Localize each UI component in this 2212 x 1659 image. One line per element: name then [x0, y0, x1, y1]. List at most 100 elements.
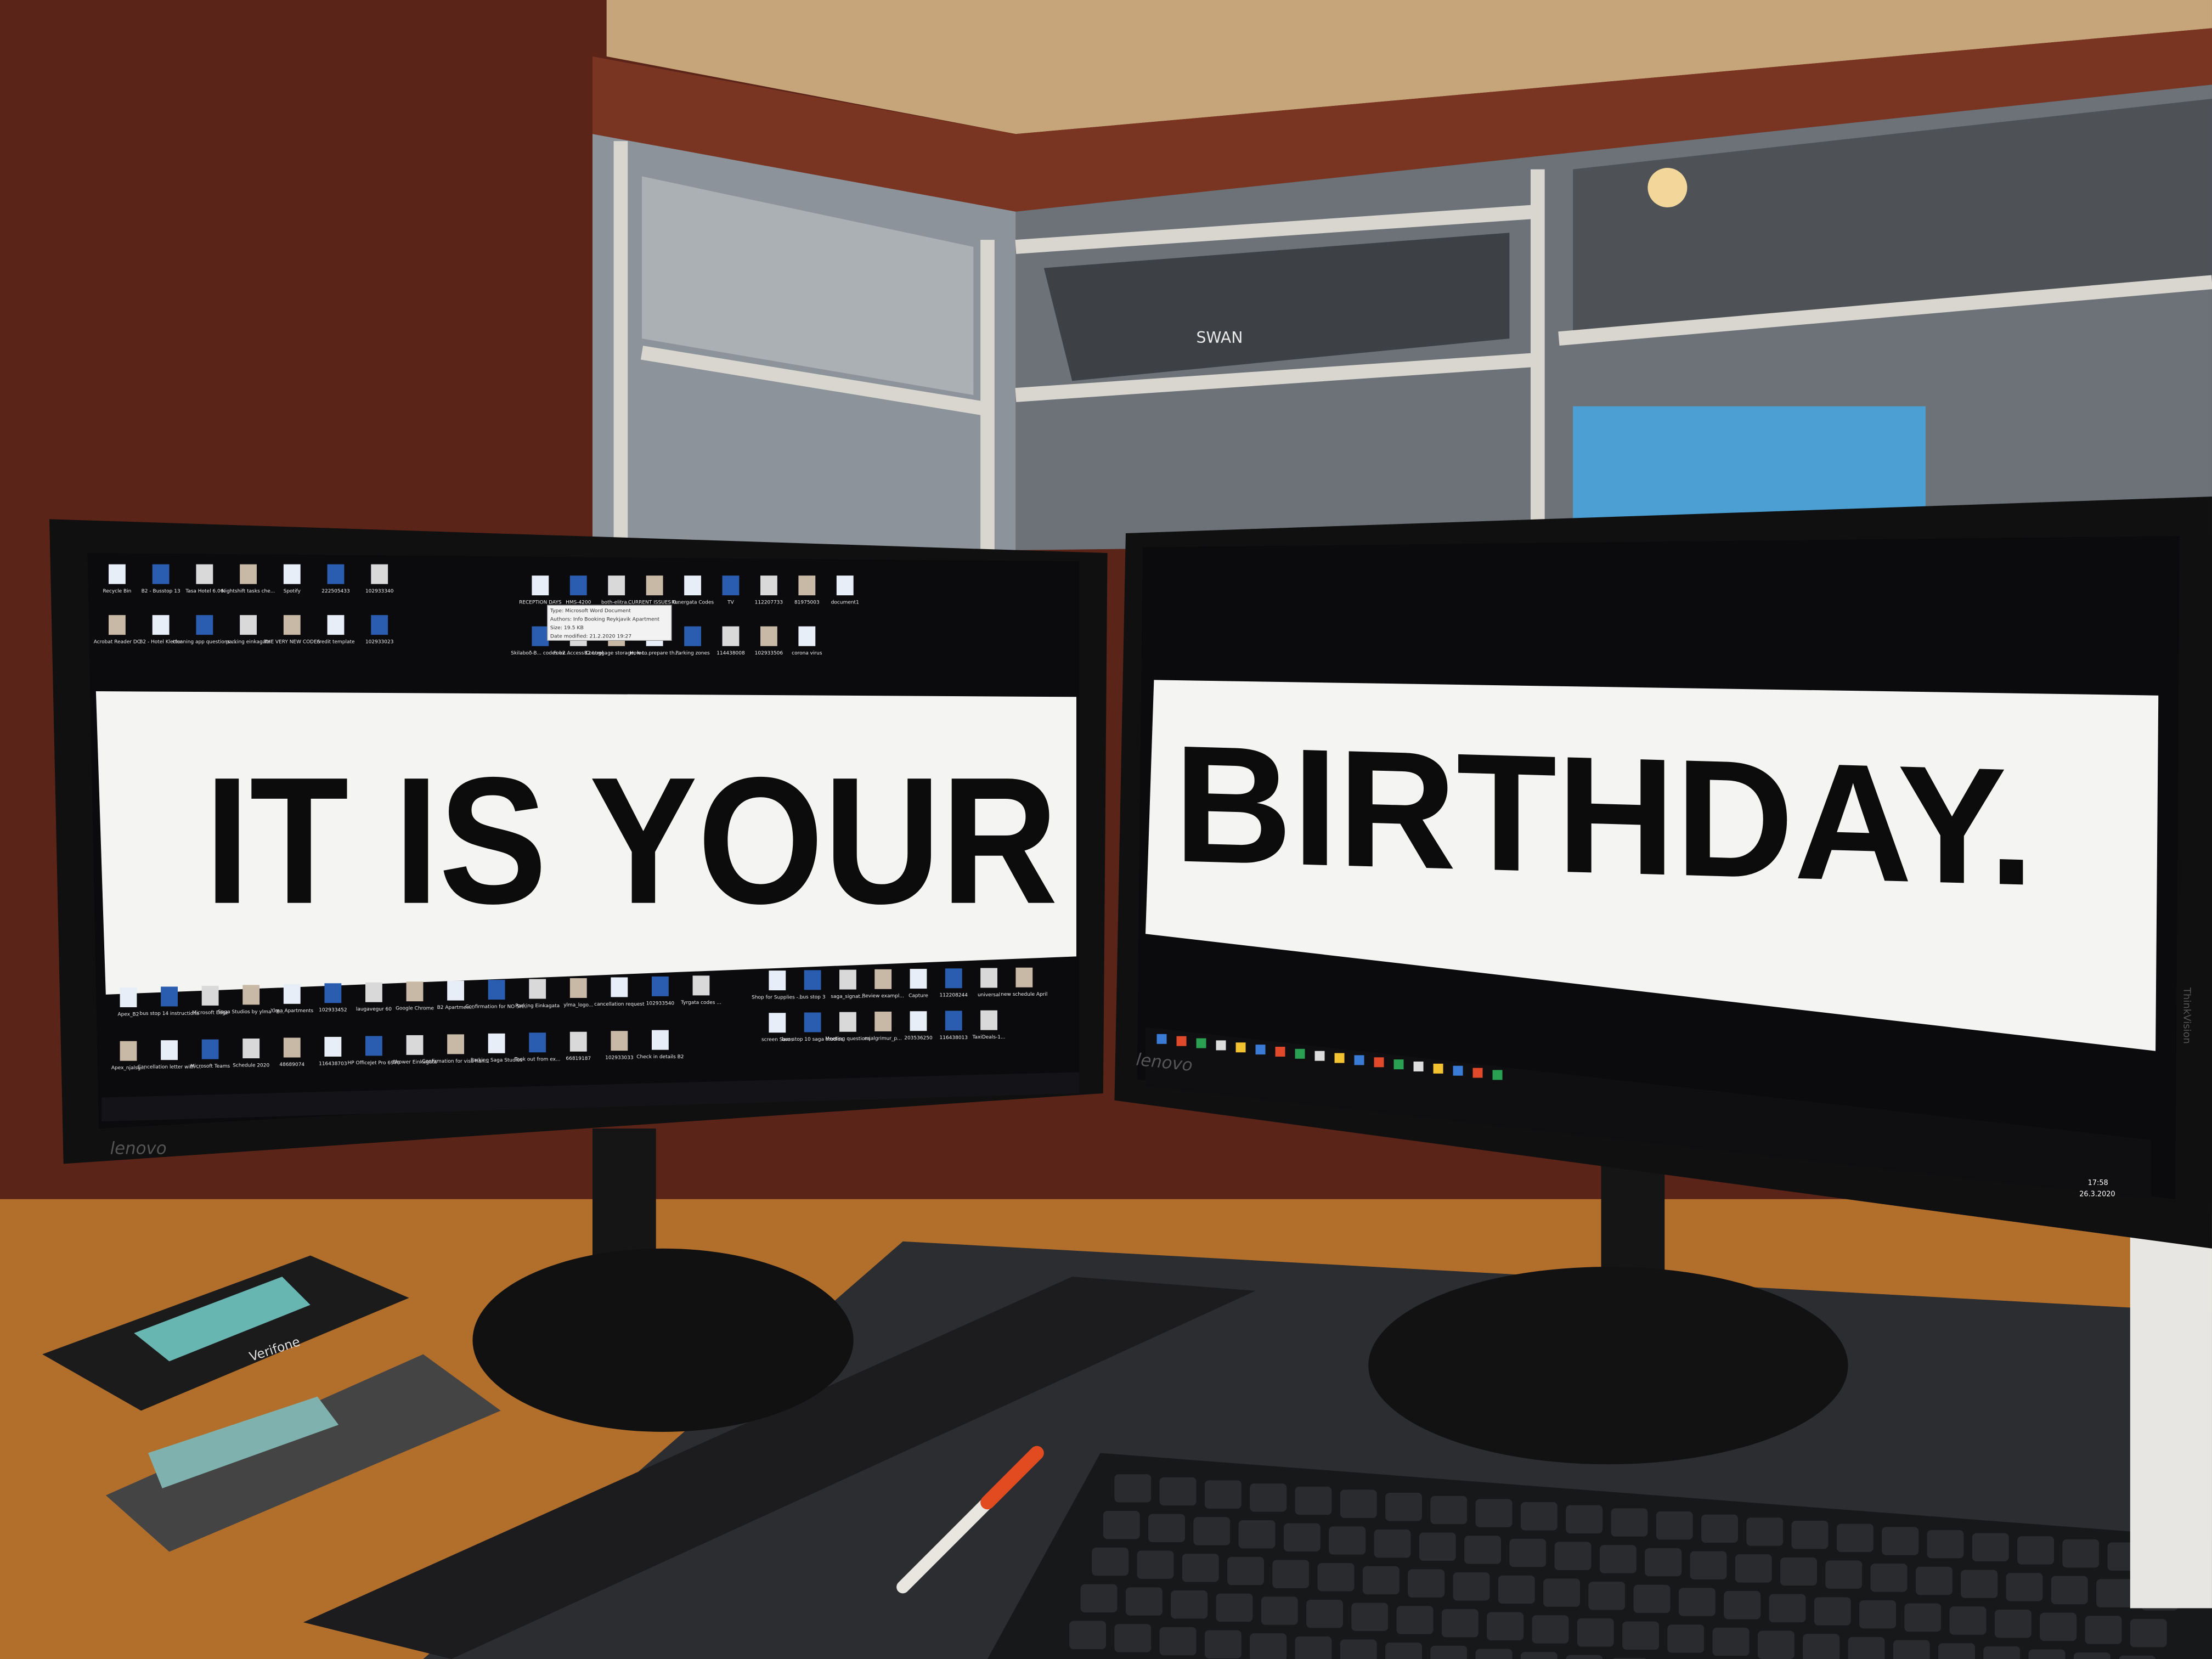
keyboard-key[interactable] [1554, 1542, 1592, 1570]
taskbar-app-icon[interactable] [1453, 1065, 1463, 1076]
keyboard-key[interactable] [2085, 1616, 2122, 1644]
keyboard-key[interactable] [1408, 1569, 1445, 1598]
keyboard-key[interactable] [1599, 1545, 1637, 1573]
keyboard-key[interactable] [1487, 1612, 1524, 1641]
desktop-icon[interactable]: universal [978, 968, 1000, 998]
keyboard-key[interactable] [1870, 1564, 1908, 1592]
keyboard-key[interactable] [1137, 1550, 1174, 1579]
keyboard-key[interactable] [1633, 1584, 1671, 1613]
keyboard-key[interactable] [1791, 1520, 1829, 1549]
keyboard-key[interactable] [1882, 1527, 1919, 1555]
keyboard-key[interactable] [1656, 1511, 1693, 1540]
keyboard-key[interactable] [2051, 1576, 2088, 1605]
taskbar-app-icon[interactable] [1156, 1034, 1167, 1044]
taskbar-app-icon[interactable] [1472, 1068, 1483, 1078]
taskbar-app-icon[interactable] [1275, 1046, 1285, 1057]
keyboard-key[interactable] [1193, 1517, 1231, 1545]
keyboard-key[interactable] [1295, 1486, 1332, 1515]
keyboard-key[interactable] [1464, 1536, 1501, 1564]
taskbar-clock-time[interactable]: 17:58 [2088, 1179, 2108, 1187]
keyboard-key[interactable] [1362, 1566, 1400, 1595]
taskbar-app-icon[interactable] [1413, 1061, 1424, 1071]
keyboard-key[interactable] [1712, 1627, 1750, 1656]
keyboard-key[interactable] [1735, 1554, 1772, 1583]
keyboard-key[interactable] [1430, 1645, 1468, 1659]
taskbar-clock-date[interactable]: 26.3.2020 [2079, 1190, 2115, 1199]
keyboard-key[interactable] [1520, 1652, 1558, 1659]
keyboard-key[interactable] [1103, 1510, 1140, 1539]
desktop-icon[interactable]: Capture [909, 969, 928, 998]
keyboard-key[interactable] [2006, 1573, 2043, 1601]
keyboard-key[interactable] [1283, 1523, 1321, 1552]
taskbar-app-icon[interactable] [1433, 1063, 1443, 1074]
keyboard-key[interactable] [1904, 1603, 1942, 1632]
keyboard-key[interactable] [1566, 1655, 1603, 1659]
keyboard-key[interactable] [1678, 1588, 1716, 1616]
keyboard-key[interactable] [1125, 1587, 1163, 1616]
taskbar-app-icon[interactable] [1334, 1053, 1345, 1063]
keyboard-key[interactable] [1306, 1599, 1343, 1628]
keyboard-key[interactable] [1441, 1609, 1479, 1638]
keyboard-key[interactable] [1566, 1505, 1603, 1534]
keyboard-key[interactable] [1092, 1547, 1129, 1576]
keyboard-key[interactable] [2073, 1652, 2111, 1659]
keyboard-key[interactable] [1216, 1593, 1253, 1622]
keyboard-key[interactable] [1701, 1514, 1738, 1543]
desktop-icon[interactable]: Apex_B2 [118, 987, 139, 1017]
taskbar-app-icon[interactable] [1235, 1042, 1246, 1053]
keyboard-key[interactable] [1780, 1557, 1817, 1586]
keyboard-key[interactable] [1622, 1621, 1659, 1650]
keyboard-key[interactable] [1396, 1606, 1434, 1634]
keyboard-key[interactable] [1250, 1483, 1287, 1512]
keyboard-key[interactable] [1961, 1570, 1998, 1598]
taskbar-app-icon[interactable] [1176, 1036, 1187, 1046]
keyboard-key[interactable] [1430, 1496, 1468, 1525]
keyboard-key[interactable] [2062, 1539, 2100, 1568]
taskbar-app-icon[interactable] [1295, 1048, 1305, 1059]
keyboard-key[interactable] [1317, 1563, 1355, 1592]
keyboard-key[interactable] [1690, 1551, 1727, 1579]
keyboard-key[interactable] [1814, 1597, 1851, 1626]
keyboard-key[interactable] [1994, 1609, 2032, 1638]
taskbar-app-icon[interactable] [1354, 1055, 1364, 1065]
taskbar-app-icon[interactable] [1196, 1038, 1206, 1048]
keyboard-key[interactable] [1419, 1532, 1456, 1561]
keyboard-key[interactable] [1848, 1637, 1885, 1659]
keyboard-key[interactable] [1769, 1594, 1806, 1623]
keyboard-key[interactable] [1859, 1600, 1896, 1629]
keyboard-key[interactable] [1159, 1627, 1197, 1656]
keyboard-key[interactable] [1114, 1474, 1152, 1503]
keyboard-key[interactable] [1272, 1560, 1310, 1588]
keyboard-key[interactable] [1611, 1508, 1648, 1537]
keyboard-key[interactable] [1949, 1606, 1987, 1635]
keyboard-key[interactable] [1520, 1502, 1558, 1531]
taskbar-app-icon[interactable] [1393, 1059, 1404, 1070]
keyboard-key[interactable] [1385, 1643, 1422, 1659]
keyboard-key[interactable] [1080, 1584, 1118, 1613]
keyboard-key[interactable] [1746, 1517, 1784, 1546]
keyboard-key[interactable] [1667, 1624, 1705, 1653]
keyboard-key[interactable] [1757, 1630, 1795, 1659]
keyboard-key[interactable] [1724, 1591, 1761, 1620]
keyboard-key[interactable] [1340, 1489, 1377, 1518]
keyboard-key[interactable] [1645, 1548, 1682, 1577]
keyboard-key[interactable] [1340, 1639, 1377, 1659]
keyboard-key[interactable] [1159, 1477, 1197, 1506]
keyboard-key[interactable] [1148, 1514, 1185, 1543]
taskbar-app-icon[interactable] [1255, 1045, 1266, 1055]
keyboard-key[interactable] [1498, 1575, 1535, 1604]
taskbar-app-icon[interactable] [1216, 1040, 1226, 1051]
keyboard-key[interactable] [1295, 1636, 1332, 1659]
keyboard-key[interactable] [1588, 1582, 1626, 1610]
keyboard-key[interactable] [1803, 1634, 1840, 1659]
keyboard-key[interactable] [1836, 1523, 1874, 1553]
keyboard-key[interactable] [1825, 1560, 1863, 1589]
keyboard-key[interactable] [1250, 1633, 1287, 1659]
keyboard-key[interactable] [1261, 1596, 1298, 1625]
keyboard-key[interactable] [1983, 1646, 2021, 1659]
keyboard-key[interactable] [1114, 1624, 1152, 1652]
taskbar-app-icon[interactable] [1492, 1070, 1503, 1080]
keyboard-key[interactable] [1351, 1602, 1389, 1632]
keyboard-key[interactable] [1329, 1526, 1366, 1555]
keyboard-key[interactable] [1227, 1556, 1264, 1585]
